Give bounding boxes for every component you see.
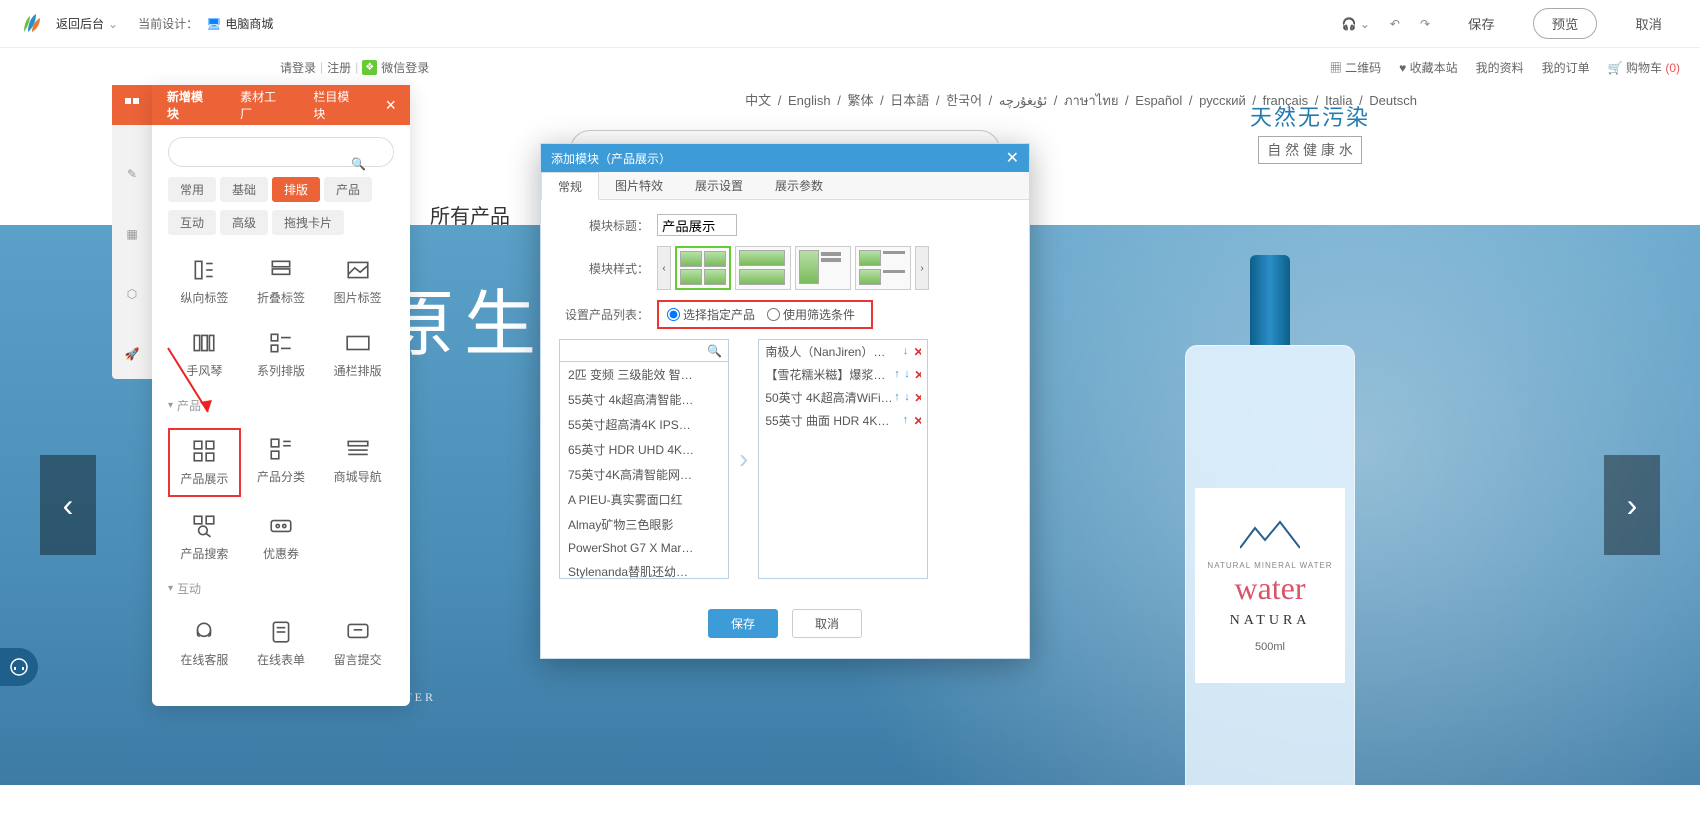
list-item[interactable]: A PIEU-真实雾面口红 [560, 487, 728, 512]
modal-tab-display[interactable]: 展示设置 [679, 172, 759, 199]
style-option-3[interactable] [795, 246, 851, 290]
move-down-icon[interactable]: ↓ [904, 391, 911, 405]
modal-tab-general[interactable]: 常规 [541, 172, 599, 200]
add-module-modal: 添加模块（产品展示） ✕ 常规 图片特效 展示设置 展示参数 模块标题： 模块样… [540, 143, 1030, 659]
product-list-label: 设置产品列表： [559, 306, 649, 323]
modal-close-button[interactable]: ✕ [1006, 148, 1019, 168]
selected-list: 南极人（NanJiren）… ↓✕ 【雪花糯米糍】爆浆麻… ↑↓✕ 50英寸 4… [758, 339, 928, 579]
transfer-right-button[interactable]: › [739, 443, 748, 475]
style-option-4[interactable] [855, 246, 911, 290]
modal-overlay: 添加模块（产品展示） ✕ 常规 图片特效 展示设置 展示参数 模块标题： 模块样… [0, 0, 1700, 831]
modal-body: 模块标题： 模块样式： ‹ › 设置产品列表： 选择指定产品 使用筛 [541, 200, 1029, 593]
available-list[interactable]: 2匹 变频 三级能效 智… 55英寸 4k超高清智能… 55英寸超高清4K IP… [559, 361, 729, 579]
radio-specified-input[interactable] [667, 308, 680, 321]
remove-icon[interactable]: ✕ [914, 345, 922, 359]
product-transfer-list: 🔍 2匹 变频 三级能效 智… 55英寸 4k超高清智能… 55英寸超高清4K … [559, 339, 1011, 579]
remove-icon[interactable]: ✕ [914, 368, 921, 382]
modal-footer: 保存 取消 [541, 593, 1029, 658]
list-item[interactable]: Almay矿物三色眼影 [560, 512, 728, 537]
modal-cancel-button[interactable]: 取消 [792, 609, 862, 638]
move-up-icon[interactable]: ↑ [903, 414, 911, 428]
selected-item[interactable]: 南极人（NanJiren）… ↓✕ [759, 340, 927, 363]
list-item[interactable]: 65英寸 HDR UHD 4K… [560, 437, 728, 462]
modal-tabs: 常规 图片特效 展示设置 展示参数 [541, 172, 1029, 200]
product-list-radio-group: 选择指定产品 使用筛选条件 [657, 300, 873, 329]
move-down-icon[interactable]: ↓ [904, 368, 911, 382]
modal-tab-effects[interactable]: 图片特效 [599, 172, 679, 199]
style-next-button[interactable]: › [915, 246, 929, 290]
modal-title: 添加模块（产品展示） [551, 150, 671, 167]
radio-filter-input[interactable] [767, 308, 780, 321]
module-title-input[interactable] [657, 214, 737, 236]
modal-save-button[interactable]: 保存 [708, 609, 778, 638]
list-item[interactable]: 55英寸超高清4K IPS… [560, 412, 728, 437]
list-item[interactable]: 55英寸 4k超高清智能… [560, 387, 728, 412]
available-search[interactable]: 🔍 [559, 339, 729, 361]
list-item[interactable]: 75英寸4K高清智能网… [560, 462, 728, 487]
style-picker: ‹ › [657, 246, 929, 290]
list-item[interactable]: 2匹 变频 三级能效 智… [560, 362, 728, 387]
search-icon: 🔍 [707, 344, 722, 358]
module-style-label: 模块样式： [559, 260, 649, 277]
radio-specified-products[interactable]: 选择指定产品 [667, 306, 755, 323]
style-option-1[interactable] [675, 246, 731, 290]
move-up-icon[interactable]: ↑ [894, 391, 901, 405]
list-item[interactable]: PowerShot G7 X Mar… [560, 537, 728, 559]
modal-title-bar: 添加模块（产品展示） ✕ [541, 144, 1029, 172]
selected-item[interactable]: 【雪花糯米糍】爆浆麻… ↑↓✕ [759, 363, 927, 386]
style-option-2[interactable] [735, 246, 791, 290]
move-down-icon[interactable]: ↓ [903, 345, 911, 359]
radio-filter-conditions[interactable]: 使用筛选条件 [767, 306, 855, 323]
remove-icon[interactable]: ✕ [914, 414, 922, 428]
modal-tab-params[interactable]: 展示参数 [759, 172, 839, 199]
move-up-icon[interactable]: ↑ [894, 368, 901, 382]
module-title-label: 模块标题： [559, 217, 649, 234]
list-item[interactable]: Stylenanda替肌还幼… [560, 559, 728, 579]
style-prev-button[interactable]: ‹ [657, 246, 671, 290]
selected-item[interactable]: 55英寸 曲面 HDR 4K… ↑✕ [759, 409, 927, 432]
selected-item[interactable]: 50英寸 4K超高清WiFi… ↑↓✕ [759, 386, 927, 409]
remove-icon[interactable]: ✕ [914, 391, 921, 405]
